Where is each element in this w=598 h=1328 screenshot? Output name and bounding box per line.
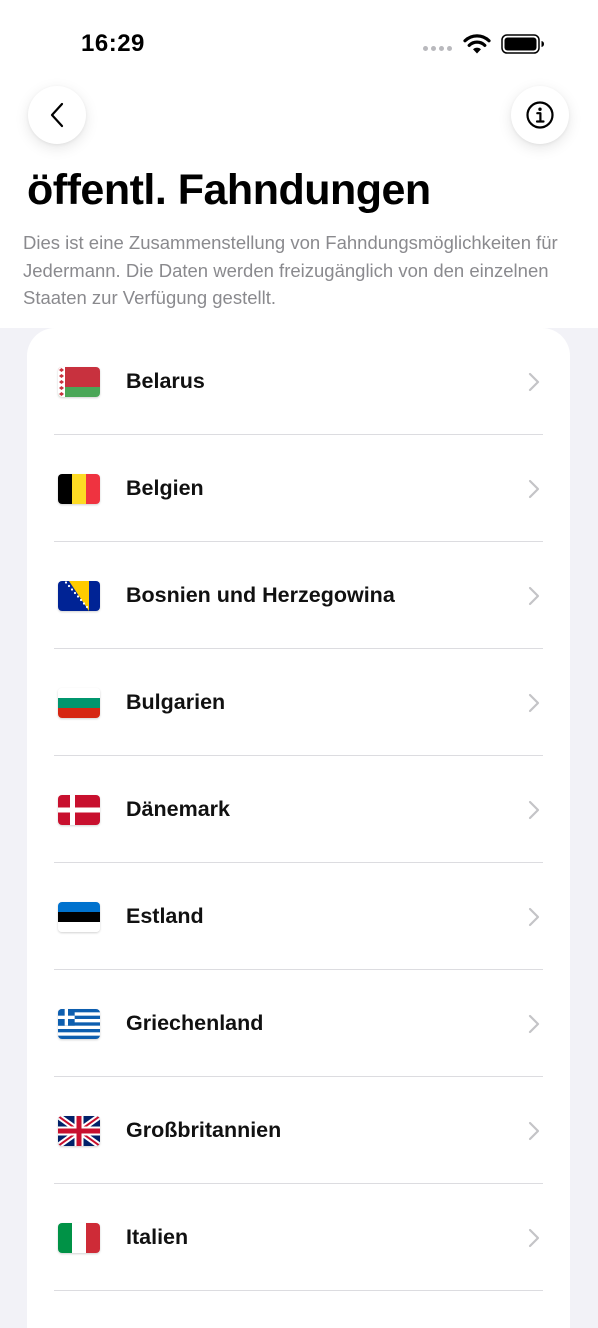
info-circle-icon [526,101,554,129]
list-item-label: Bosnien und Herzegowina [126,583,395,607]
status-time: 16:29 [81,30,145,57]
header: 16:29 öffentl. Fahndungen Dies ist eine … [0,0,598,328]
status-bar: 16:29 [0,0,598,90]
chevron-right-icon [528,479,540,498]
flag-denmark-icon [58,794,100,825]
list-item-label: Italien [126,1225,189,1249]
chevron-right-icon [528,1121,540,1140]
list-item-label: Belgien [126,476,204,500]
chevron-right-icon [528,907,540,926]
flag-belgium-icon [58,473,100,504]
chevron-left-icon [50,102,64,128]
flag-greece-icon [58,1008,100,1039]
page-title: öffentl. Fahndungen [27,166,431,214]
flag-belarus-icon [58,366,100,397]
list-item-label: Dänemark [126,797,230,821]
list-item-belarus[interactable]: Belarus [27,328,570,435]
chevron-right-icon [528,586,540,605]
page-description: Dies ist eine Zusammenstellung von Fahnd… [23,232,558,308]
country-list: Belarus Belgien Bosnien und Herzegowina … [27,328,570,1328]
info-button[interactable] [511,86,569,144]
flag-uk-icon [58,1115,100,1146]
list-item-bulgarien[interactable]: Bulgarien [27,649,570,756]
list-item-daenemark[interactable]: Dänemark [27,756,570,863]
list-item-griechenland[interactable]: Griechenland [27,970,570,1077]
list-item-bosnien-und-herzegowina[interactable]: Bosnien und Herzegowina [27,542,570,649]
chevron-right-icon [528,800,540,819]
cellular-signal-icon [423,46,452,51]
flag-bosnia-icon [58,580,100,611]
list-item-label: Estland [126,904,204,928]
list-item-label: Belarus [126,369,205,393]
list-item-italien[interactable]: Italien [27,1184,570,1291]
flag-estonia-icon [58,901,100,932]
chevron-right-icon [528,372,540,391]
chevron-right-icon [528,1228,540,1247]
flag-bulgaria-icon [58,687,100,718]
list-item-label: Großbritannien [126,1118,282,1142]
battery-icon [501,34,544,54]
back-button[interactable] [28,86,86,144]
chevron-right-icon [528,1014,540,1033]
list-item-estland[interactable]: Estland [27,863,570,970]
list-item-label: Bulgarien [126,690,226,714]
wifi-icon [463,34,491,54]
list-item-belgien[interactable]: Belgien [27,435,570,542]
list-item-label: Griechenland [126,1011,264,1035]
chevron-right-icon [528,693,540,712]
flag-italy-icon [58,1222,100,1253]
list-item-grossbritannien[interactable]: Großbritannien [27,1077,570,1184]
